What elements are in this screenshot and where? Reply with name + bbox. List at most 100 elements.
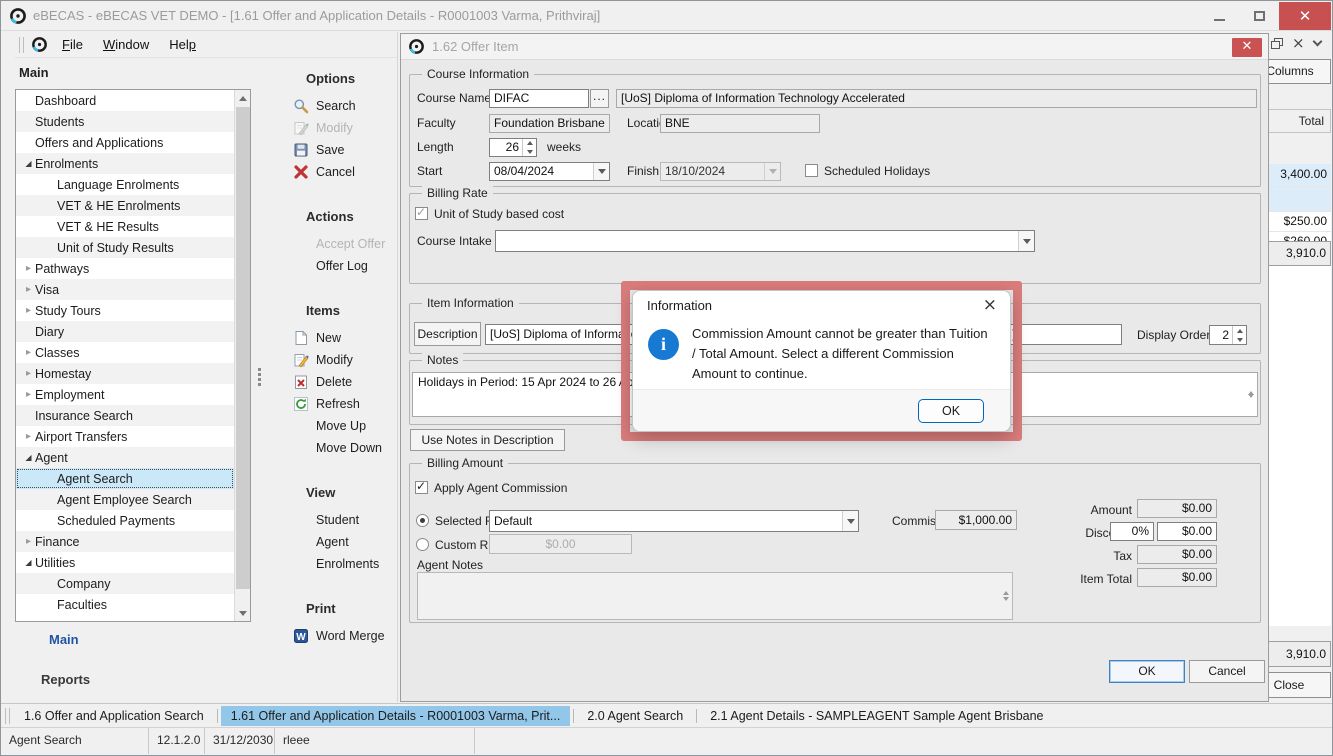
agent-button[interactable]: Agent — [282, 531, 396, 553]
maximize-button[interactable] — [1239, 2, 1279, 30]
expand-icon[interactable]: ▸ — [22, 389, 35, 400]
tree-item-language-enrolments[interactable]: Language Enrolments — [16, 174, 234, 195]
scrollbar-thumb[interactable] — [236, 107, 250, 589]
course-intake-combo[interactable] — [495, 230, 1035, 252]
use-notes-button[interactable]: Use Notes in Description — [410, 429, 565, 451]
new-button[interactable]: New — [282, 327, 396, 349]
apply-commission-checkbox[interactable] — [415, 481, 428, 494]
tree-item-airport-transfers[interactable]: ▸Airport Transfers — [16, 426, 234, 447]
dialog-ok-button[interactable]: OK — [918, 399, 984, 423]
scheduled-holidays-checkbox[interactable] — [805, 164, 818, 177]
move-down-button[interactable]: Move Down — [282, 437, 396, 459]
tree-item-unit-of-study-results[interactable]: Unit of Study Results — [16, 237, 234, 258]
menu-file[interactable]: File — [52, 34, 93, 55]
spin-up-icon[interactable] — [523, 139, 536, 148]
tree-item-enrolments[interactable]: ◢Enrolments — [16, 153, 234, 174]
tree-item-vet-he-results[interactable]: VET & HE Results — [16, 216, 234, 237]
sidebar-footer-main[interactable]: Main — [49, 632, 79, 647]
tree-item-students[interactable]: Students — [16, 111, 234, 132]
save-button[interactable]: Save — [282, 139, 396, 161]
expand-icon[interactable]: ▸ — [22, 305, 35, 316]
tree-item-insurance-search[interactable]: Insurance Search — [16, 405, 234, 426]
sidebar-footer-reports[interactable]: Reports — [41, 672, 90, 687]
display-order-spinner[interactable]: 2 — [1209, 325, 1247, 345]
scroll-up-icon[interactable] — [235, 90, 251, 106]
tree-item-employment[interactable]: ▸Employment — [16, 384, 234, 405]
word-merge-button[interactable]: WWord Merge — [282, 625, 396, 647]
tree-item-pathways[interactable]: ▸Pathways — [16, 258, 234, 279]
collapse-icon[interactable]: ◢ — [22, 453, 35, 462]
expand-icon[interactable]: ▸ — [22, 431, 35, 442]
tab-1-6-offer-and-application-sear[interactable]: 1.6 Offer and Application Search — [14, 706, 214, 726]
tree-item-visa[interactable]: ▸Visa — [16, 279, 234, 300]
chevron-down-icon[interactable] — [1312, 37, 1322, 47]
expand-icon[interactable]: ▸ — [22, 347, 35, 358]
agent-notes-textarea[interactable] — [417, 572, 1013, 620]
toolbar-grip[interactable] — [19, 37, 24, 53]
refresh-button[interactable]: Refresh — [282, 393, 396, 415]
scroll-up-icon[interactable] — [1248, 377, 1254, 391]
tab-2-0-agent-search[interactable]: 2.0 Agent Search — [577, 706, 693, 726]
course-name-field[interactable]: DIFAC — [489, 89, 589, 108]
tab-2-1-agent-details-sampleagen[interactable]: 2.1 Agent Details - SAMPLEAGENT Sample A… — [700, 706, 1053, 726]
search-button[interactable]: Search — [282, 95, 396, 117]
dropdown-arrow-icon[interactable] — [593, 163, 609, 180]
offer-item-close-button[interactable]: ✕ — [1232, 38, 1262, 57]
course-browse-button[interactable]: ... — [590, 89, 609, 108]
scroll-down-icon[interactable] — [235, 605, 251, 621]
tree-item-utilities[interactable]: ◢Utilities — [16, 552, 234, 573]
tree-item-study-tours[interactable]: ▸Study Tours — [16, 300, 234, 321]
spin-down-icon[interactable] — [523, 148, 536, 157]
expand-icon[interactable]: ▸ — [22, 263, 35, 274]
custom-rate-radio[interactable] — [416, 538, 429, 551]
cancel-button[interactable]: Cancel — [282, 161, 396, 183]
discount-amount-field[interactable]: $0.00 — [1157, 522, 1217, 541]
selected-rate-radio[interactable] — [416, 514, 429, 527]
offer-log-button[interactable]: Offer Log — [282, 255, 396, 277]
tree-item-finance[interactable]: ▸Finance — [16, 531, 234, 552]
selected-rate-combo[interactable]: Default — [489, 510, 859, 532]
expand-icon[interactable]: ▸ — [22, 536, 35, 547]
move-up-button[interactable]: Move Up — [282, 415, 396, 437]
close-button[interactable]: ✕ — [1279, 2, 1331, 30]
start-date-combo[interactable]: 08/04/2024 — [489, 162, 610, 181]
tree-item-vet-he-enrolments[interactable]: VET & HE Enrolments — [16, 195, 234, 216]
tree-scrollbar[interactable] — [234, 90, 250, 621]
restore-icon[interactable] — [1271, 38, 1283, 49]
minimize-button[interactable] — [1199, 2, 1239, 30]
collapse-icon[interactable]: ◢ — [22, 159, 35, 168]
splitter-handle[interactable] — [258, 368, 261, 371]
menu-help[interactable]: Help — [159, 34, 206, 55]
length-spinner[interactable]: 26 — [489, 138, 537, 157]
spin-up-icon[interactable] — [1233, 326, 1246, 335]
tree-item-agent[interactable]: ◢Agent — [16, 447, 234, 468]
tabbar-grip[interactable] — [5, 708, 10, 724]
expand-icon[interactable]: ▸ — [22, 368, 35, 379]
menu-window[interactable]: Window — [93, 34, 159, 55]
ok-button[interactable]: OK — [1109, 660, 1185, 683]
tree-item-scheduled-payments[interactable]: Scheduled Payments — [16, 510, 234, 531]
tree-item-agent-search[interactable]: Agent Search — [16, 468, 234, 489]
dropdown-arrow-icon[interactable] — [842, 511, 858, 531]
scroll-down-icon[interactable] — [1003, 601, 1009, 615]
dropdown-arrow-icon[interactable] — [1018, 231, 1034, 251]
cancel-button[interactable]: Cancel — [1189, 660, 1265, 683]
spin-down-icon[interactable] — [1233, 335, 1246, 344]
tree-item-company[interactable]: Company — [16, 573, 234, 594]
tree-item-faculties[interactable]: Faculties — [16, 594, 234, 615]
tree-item-homestay[interactable]: ▸Homestay — [16, 363, 234, 384]
enrolments-button[interactable]: Enrolments — [282, 553, 396, 575]
tree-item-classes[interactable]: ▸Classes — [16, 342, 234, 363]
tree-item-agent-employee-search[interactable]: Agent Employee Search — [16, 489, 234, 510]
tree-item-dashboard[interactable]: Dashboard — [16, 90, 234, 111]
expand-icon[interactable]: ▸ — [22, 284, 35, 295]
student-button[interactable]: Student — [282, 509, 396, 531]
delete-button[interactable]: Delete — [282, 371, 396, 393]
modify-button[interactable]: Modify — [282, 349, 396, 371]
scroll-down-icon[interactable] — [1248, 398, 1254, 412]
tree-item-diary[interactable]: Diary — [16, 321, 234, 342]
collapse-icon[interactable]: ◢ — [22, 558, 35, 567]
tab-1-61-offer-and-application-det[interactable]: 1.61 Offer and Application Details - R00… — [221, 706, 571, 726]
discount-percent-field[interactable]: 0% — [1110, 522, 1154, 541]
description-button[interactable]: Description — [414, 322, 481, 346]
